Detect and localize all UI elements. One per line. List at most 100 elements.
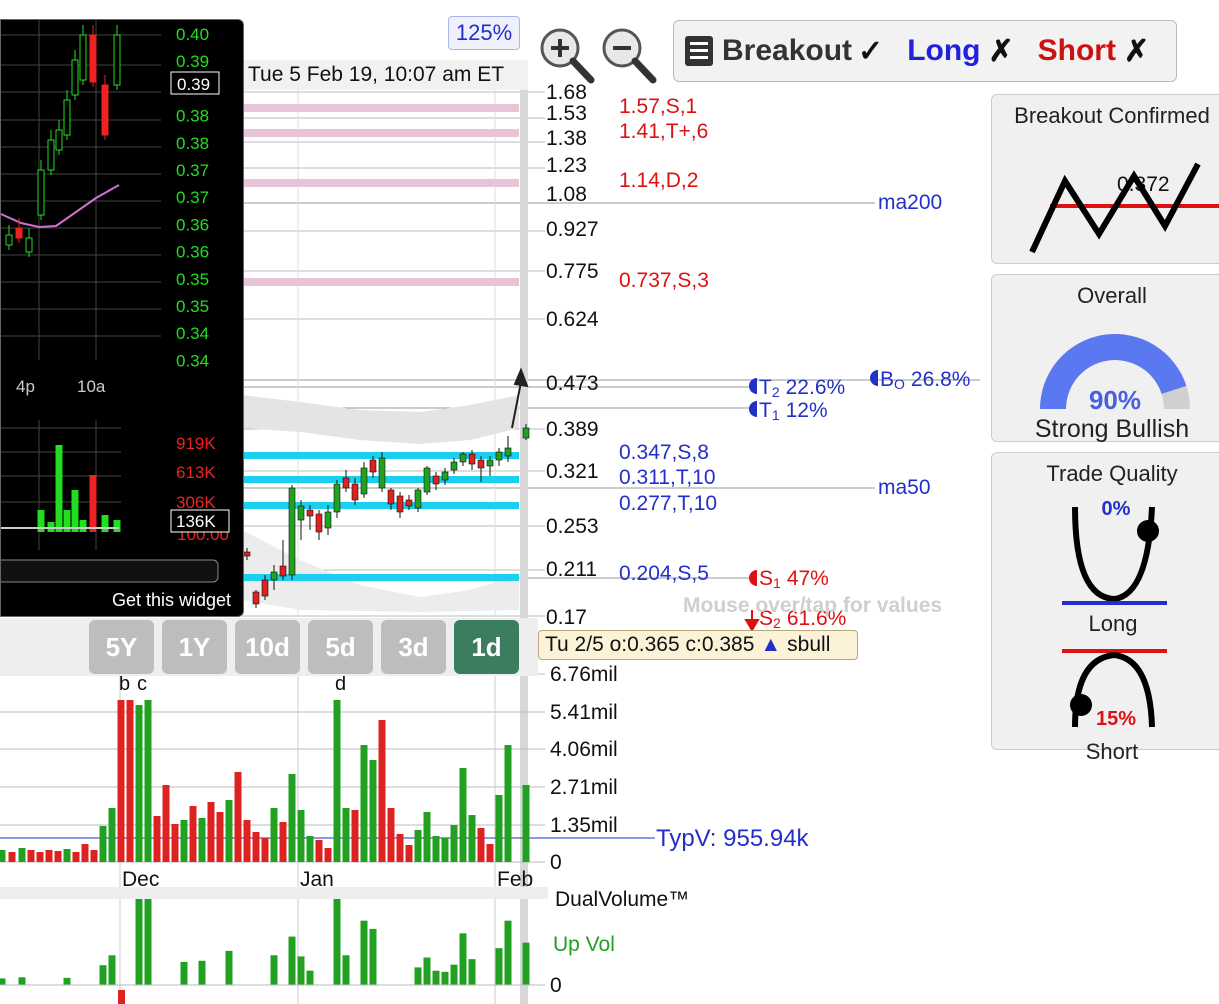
overall-panel-title: Overall [1077, 283, 1147, 308]
widget-price-label: 0.35 [176, 297, 209, 316]
volume-bar [315, 840, 323, 862]
timeframe-1y-button[interactable]: 1Y [162, 620, 227, 674]
volume-bar [135, 705, 143, 862]
up-volume-bar [306, 970, 314, 985]
volume-bar [495, 795, 503, 862]
menu-icon[interactable] [684, 35, 714, 67]
timeframe-1d-button[interactable]: 1d [454, 620, 519, 674]
time-label: 4p [16, 377, 35, 396]
event-marker: b [119, 673, 130, 695]
up-volume-bar [288, 936, 296, 985]
widget-price-label: 0.34 [176, 324, 209, 343]
price-tick-label: 1.23 [546, 154, 587, 177]
volume-bar [414, 830, 422, 862]
timeframe-3d-button[interactable]: 3d [381, 620, 446, 674]
volume-bar [486, 844, 494, 862]
widget-price-label: 0.38 [176, 107, 209, 126]
volume-bar [198, 818, 206, 862]
t1-pct: 12% [786, 399, 828, 422]
volume-bar [270, 808, 278, 862]
price-tick-label: 1.53 [546, 102, 587, 125]
volume-bar [225, 800, 233, 862]
volume-bar [369, 760, 377, 862]
up-volume-bar [18, 977, 26, 985]
volume-bar [360, 745, 368, 862]
svg-text:T112%: T1 12% [759, 399, 828, 423]
timeframe-10d-button[interactable]: 10d [235, 620, 300, 674]
zoom-in-icon[interactable] [536, 26, 596, 86]
up-volume-bar [108, 955, 116, 985]
short-signal[interactable]: Short ✗ [1038, 34, 1149, 69]
up-volume-bar [342, 955, 350, 985]
volume-bar [207, 802, 215, 862]
volume-bar [8, 852, 16, 862]
price-tick-label: 0.253 [546, 515, 599, 538]
t2-pct: 22.6% [786, 376, 846, 399]
price-tick-label: 0.389 [546, 418, 599, 441]
overall-panel[interactable]: Overall 90% Strong Bullish [991, 274, 1219, 443]
breakout-panel-title: Breakout Confirmed [1014, 103, 1210, 128]
dual-volume-bars [0, 899, 530, 1004]
price-tick-label: 0.624 [546, 308, 599, 331]
vol-label: 613K [176, 463, 216, 482]
trade-quality-panel[interactable]: Trade Quality 0% Long 15% Short [991, 452, 1219, 764]
up-volume-bar [459, 933, 467, 985]
up-volume-bar [0, 978, 6, 985]
volume-bar [459, 768, 467, 862]
volume-bar [405, 845, 413, 862]
bo-marker-icon [870, 370, 878, 386]
zoom-out-icon[interactable] [598, 26, 658, 86]
volume-bar [27, 850, 35, 862]
timeframe-5d-button[interactable]: 5d [308, 620, 373, 674]
up-volume-bar [135, 899, 143, 985]
volume-bar [243, 820, 251, 862]
volume-bar [396, 834, 404, 862]
short-signal-label: Short [1037, 34, 1116, 67]
long-signal[interactable]: Long ✗ [907, 34, 1013, 69]
volume-bar [99, 826, 107, 862]
tooltip-tag: sbull [787, 633, 831, 656]
up-volume-bar [522, 942, 530, 985]
up-volume-bar [360, 920, 368, 985]
volume-bar [72, 852, 80, 862]
up-volume-bar [225, 950, 233, 985]
volume-bar [306, 836, 314, 862]
month-label: Feb [497, 868, 533, 891]
breakout-signal[interactable]: Breakout ✓ [722, 34, 883, 69]
volume-bar [324, 848, 332, 862]
resistance-label: 0.737,S,3 [619, 269, 709, 292]
up-volume-bar [333, 899, 341, 985]
signals-bar: Breakout ✓ Long ✗ Short ✗ [673, 20, 1177, 82]
date-header: Tue 5 Feb 19, 10:07 am ET [243, 60, 528, 90]
volume-bar [333, 700, 341, 862]
price-axis: 1.681.531.381.231.080.9270.7750.6240.473… [546, 81, 599, 629]
volume-tick-label: 1.35mil [550, 814, 618, 837]
check-icon: ✓ [858, 34, 884, 68]
volume-bar [63, 849, 71, 862]
intraday-chart: 0.40 0.39 0.38 0.38 0.37 0.37 0.36 0.36 0.35 0.35… [1, 20, 231, 610]
volume-bar [504, 745, 512, 862]
up-volume-bar [270, 955, 278, 985]
ma50-label: ma50 [878, 476, 931, 499]
zoom-percent[interactable]: 125% [448, 16, 520, 50]
volume-bar [18, 848, 26, 862]
breakout-panel[interactable]: Breakout Confirmed 0.372 [991, 94, 1219, 264]
svg-text:S147%: S1 47% [759, 567, 829, 591]
dual-volume-title: DualVolume™ [555, 888, 689, 911]
resistance-bands [242, 104, 519, 286]
t1-marker-icon [749, 401, 757, 417]
price-tick-label: 0.775 [546, 260, 599, 283]
volume-bar [126, 700, 134, 862]
volume-tick-label: 4.06mil [550, 738, 618, 761]
up-volume-bar [144, 899, 152, 985]
timeframe-5y-button[interactable]: 5Y [89, 620, 154, 674]
intraday-widget[interactable]: 0.40 0.39 0.38 0.38 0.37 0.37 0.36 0.36 0.35 0.35… [0, 19, 244, 617]
volume-bar [261, 838, 269, 862]
volume-bar [432, 836, 440, 862]
bar-tooltip: Tu 2/5 o:0.365 c:0.385 ▲ sbull [538, 630, 858, 660]
volume-bar [342, 808, 350, 862]
volume-bar [153, 816, 161, 862]
price-tick-label: 0.211 [546, 558, 597, 581]
up-arrow-icon: ▲ [760, 633, 782, 656]
price-grid [242, 90, 980, 617]
